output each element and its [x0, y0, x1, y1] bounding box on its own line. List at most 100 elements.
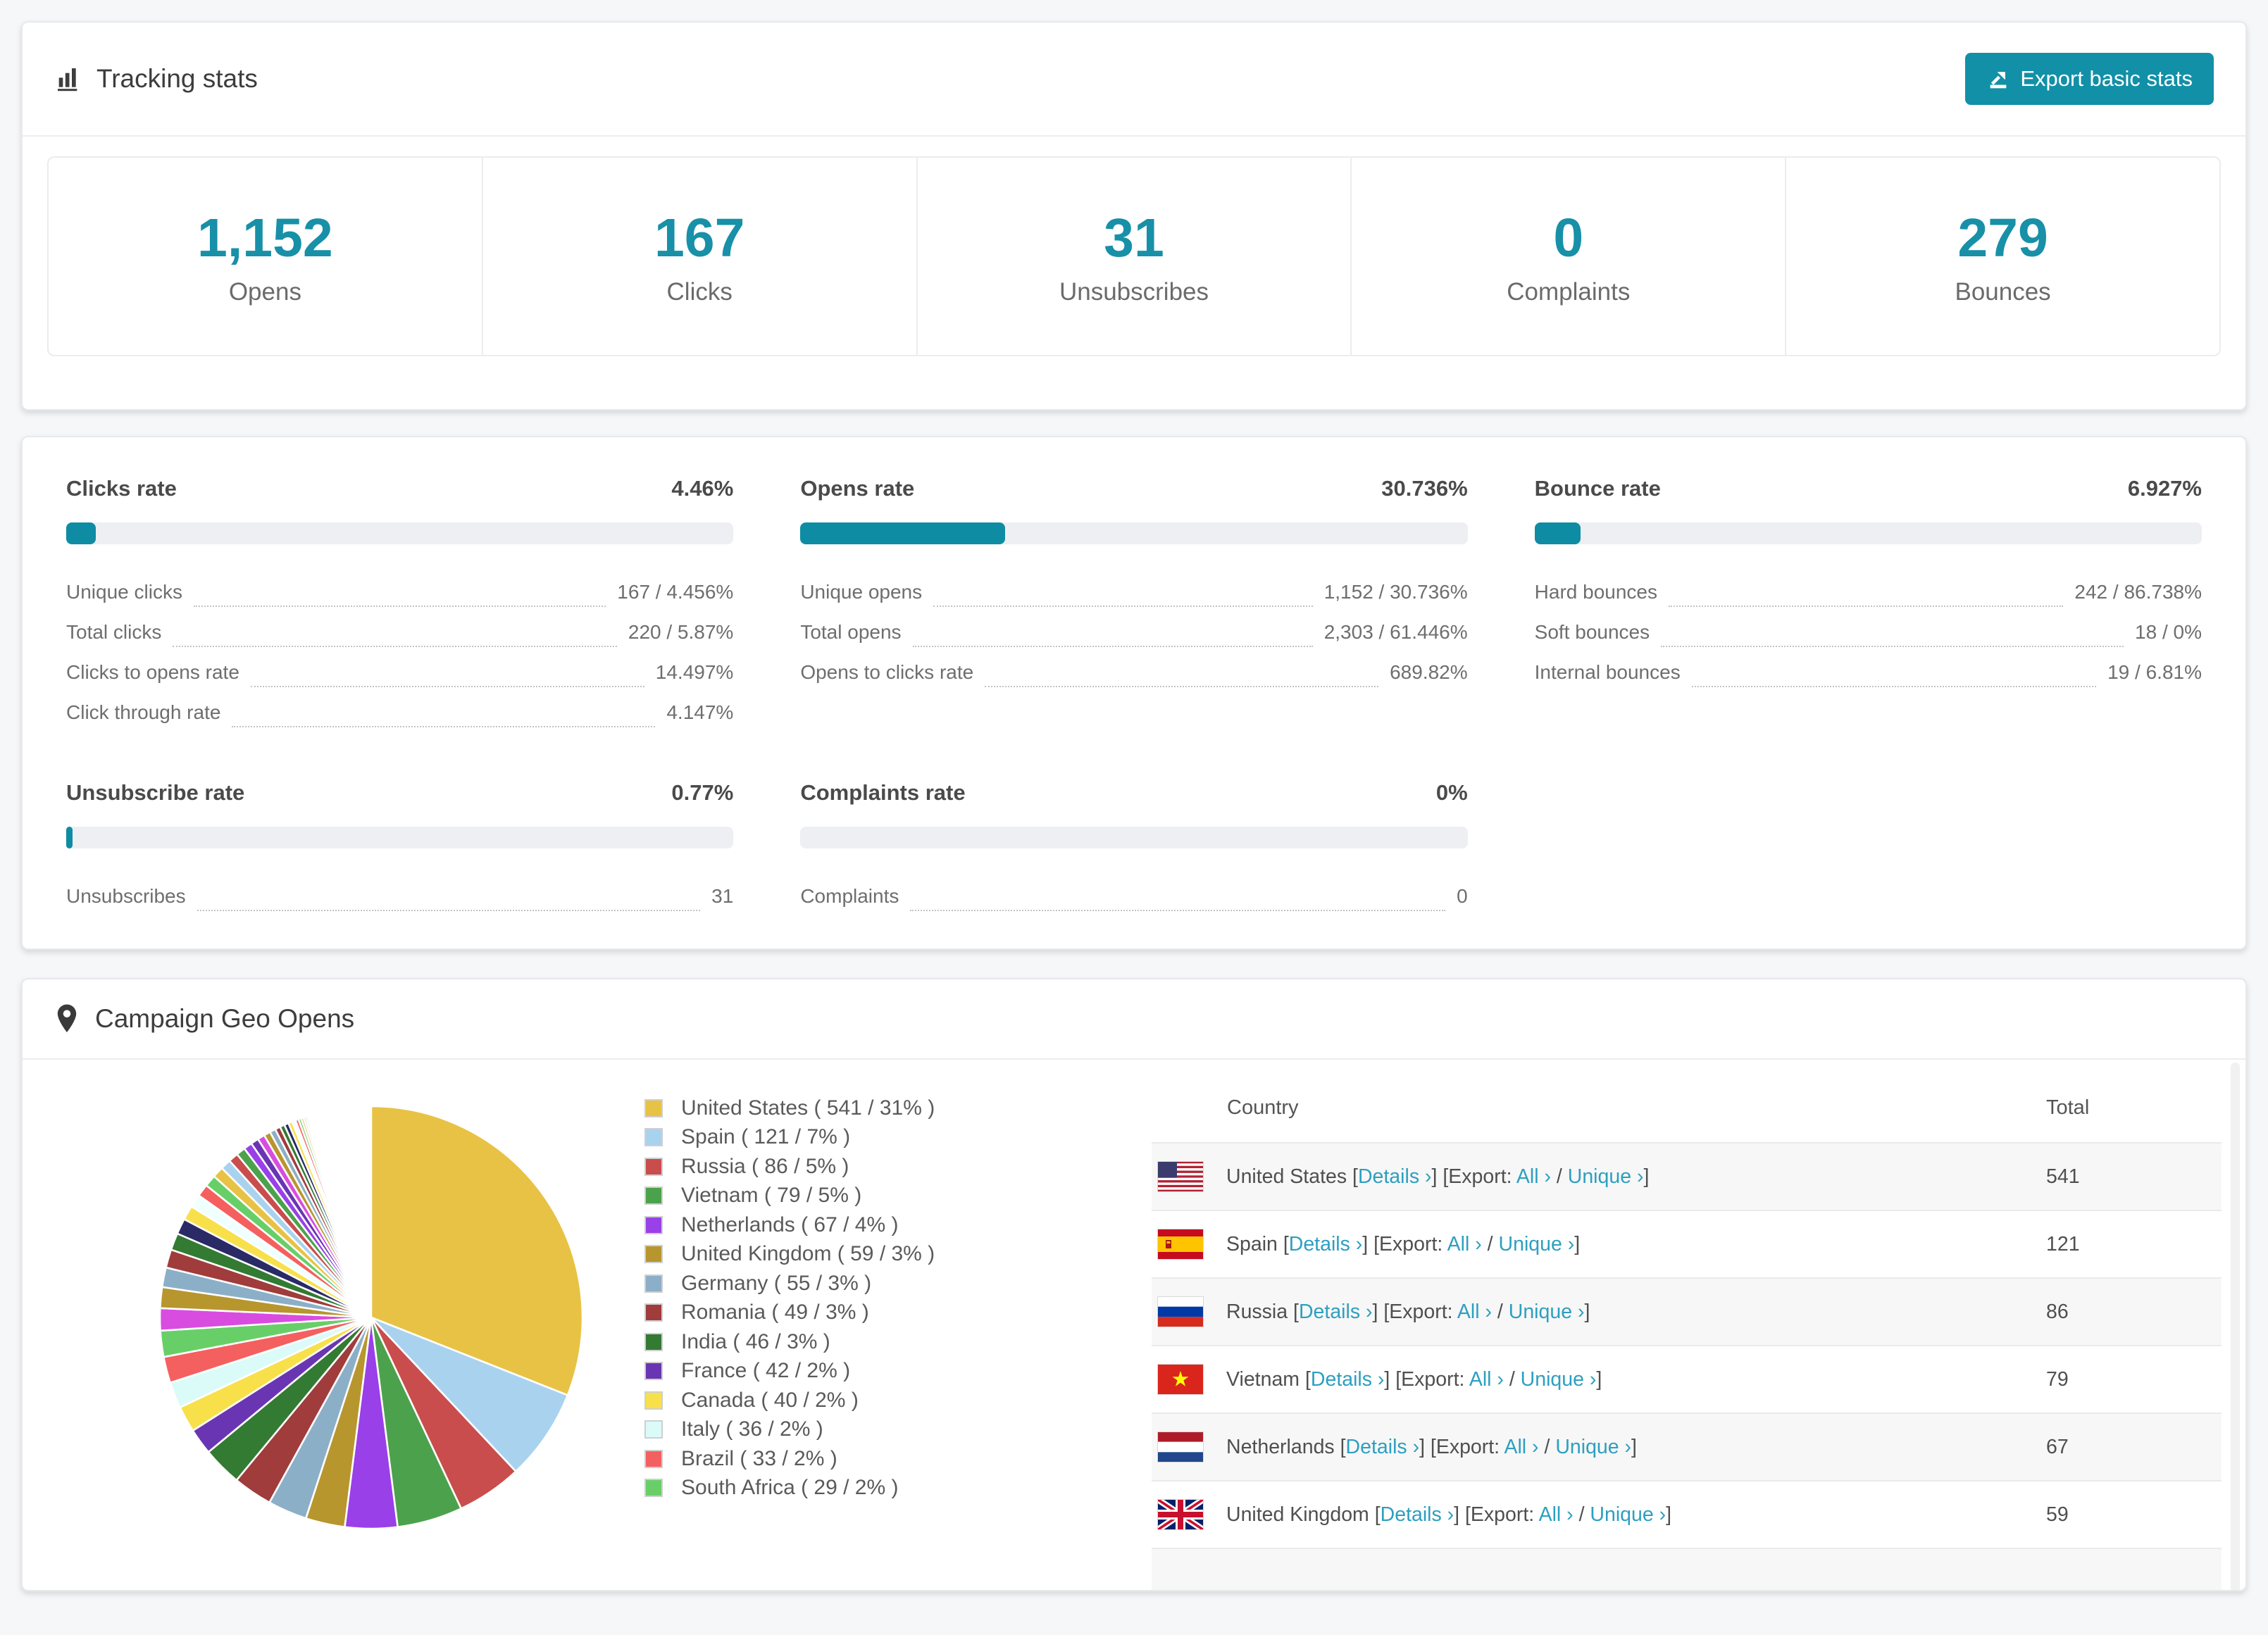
rate-stat-label: Opens to clicks rate	[800, 661, 974, 683]
export-unique-link[interactable]: Unique ›	[1568, 1165, 1644, 1188]
rate-stat-row: Total clicks 220 / 5.87%	[66, 607, 733, 647]
rate-progress-bar	[1534, 522, 2202, 544]
rate-stat-label: Unsubscribes	[66, 885, 186, 907]
legend-item: United States ( 541 / 31% )	[644, 1094, 1095, 1123]
export-unique-link[interactable]: Unique ›	[1499, 1233, 1575, 1255]
rate-stat-value: 1,152 / 30.736%	[1323, 581, 1468, 603]
rate-stat-label: Click through rate	[66, 701, 221, 723]
country-cell: United States [Details ›] [Export: All ›…	[1226, 1165, 1650, 1188]
country-cell: Spain [Details ›] [Export: All › / Uniqu…	[1226, 1232, 1581, 1255]
legend-label: France ( 42 / 2% )	[681, 1359, 851, 1383]
stat-cards: 1,152 Opens 167 Clicks 31 Unsubscribes 0 Co…	[47, 156, 2221, 356]
total-cell: 86	[2046, 1300, 2069, 1323]
legend-label: India ( 46 / 3% )	[681, 1329, 830, 1353]
rate-stat-value: 220 / 5.87%	[628, 621, 734, 643]
details-link[interactable]: Details ›	[1358, 1165, 1432, 1188]
rate-stat-value: 689.82%	[1390, 661, 1468, 683]
legend-item: United Kingdom ( 59 / 3% )	[644, 1240, 1095, 1270]
export-unique-link[interactable]: Unique ›	[1590, 1503, 1666, 1526]
details-link[interactable]: Details ›	[1289, 1233, 1363, 1255]
legend-swatch	[644, 1391, 663, 1410]
legend-swatch	[644, 1479, 663, 1498]
total-cell: 79	[2046, 1367, 2069, 1391]
export-unique-link[interactable]: Unique ›	[1521, 1368, 1597, 1391]
rates-grid: Clicks rate 4.46% Unique clicks 167 / 4.…	[23, 437, 2245, 953]
legend-item: India ( 46 / 3% )	[644, 1327, 1095, 1357]
rate-value: 6.927%	[2127, 476, 2202, 501]
details-link[interactable]: Details ›	[1346, 1436, 1420, 1458]
rate-title: Unsubscribe rate	[66, 780, 245, 805]
rate-progress-bar	[66, 522, 734, 544]
flag-vn-icon	[1157, 1364, 1204, 1395]
flag-ru-icon	[1157, 1296, 1204, 1327]
rate-stat-value: 19 / 6.81%	[2107, 661, 2202, 683]
legend-label: Canada ( 40 / 2% )	[681, 1388, 859, 1412]
export-all-link[interactable]: All ›	[1539, 1503, 1574, 1526]
stat-label: Complaints	[1507, 277, 1631, 306]
geo-content: United States ( 541 / 31% ) Spain ( 121 …	[23, 1060, 2245, 1590]
stat-card-bounces: 279 Bounces	[1786, 158, 2219, 355]
export-basic-stats-button[interactable]: Export basic stats	[1965, 53, 2214, 105]
tracking-stats-panel: Tracking stats Export basic stats 1,152 …	[21, 21, 2247, 411]
country-name: Netherlands	[1226, 1435, 1335, 1458]
rate-stat-label: Unique clicks	[66, 581, 182, 603]
legend-item: Russia ( 86 / 5% )	[644, 1152, 1095, 1182]
rate-stat-value: 167 / 4.456%	[617, 581, 734, 603]
details-link[interactable]: Details ›	[1381, 1503, 1454, 1526]
rate-stat-value: 4.147%	[666, 701, 734, 723]
legend-item: South Africa ( 29 / 2% )	[644, 1474, 1095, 1503]
stat-label: Clicks	[666, 277, 733, 306]
legend-item: Vietnam ( 79 / 5% )	[644, 1182, 1095, 1211]
rate-stat-row: Hard bounces 242 / 86.738%	[1535, 567, 2202, 607]
export-unique-link[interactable]: Unique ›	[1555, 1436, 1631, 1458]
stat-value: 0	[1553, 207, 1584, 268]
stat-value: 1,152	[197, 207, 333, 268]
geo-title: Campaign Geo Opens	[95, 1004, 355, 1033]
stat-card-complaints: 0 Complaints	[1352, 158, 1787, 355]
table-scrollbar[interactable]	[2231, 1063, 2240, 1590]
details-link[interactable]: Details ›	[1311, 1368, 1385, 1391]
geo-table-row: Netherlands [Details ›] [Export: All › /…	[1152, 1413, 2222, 1481]
tracking-stats-title: Tracking stats	[96, 64, 258, 93]
column-header-total: Total	[2046, 1096, 2090, 1119]
geo-table-header-row: Country Total	[1152, 1060, 2222, 1143]
legend-swatch	[644, 1186, 663, 1205]
export-all-link[interactable]: All ›	[1447, 1233, 1482, 1255]
rate-title: Bounce rate	[1534, 476, 1661, 501]
stat-label: Bounces	[1955, 277, 2051, 306]
stat-label: Opens	[228, 277, 301, 306]
dotted-leader	[250, 676, 644, 687]
dotted-leader	[910, 900, 1446, 911]
stat-card-unsubscribes: 31 Unsubscribes	[918, 158, 1352, 355]
geo-legend: United States ( 541 / 31% ) Spain ( 121 …	[644, 1094, 1095, 1590]
rate-stat-label: Total opens	[800, 621, 902, 643]
rate-stat-label: Clicks to opens rate	[66, 661, 239, 683]
rate-stat-label: Soft bounces	[1534, 621, 1650, 643]
rate-stat-row: Unique opens 1,152 / 30.736%	[800, 567, 1468, 607]
rate-progress-fill	[1534, 522, 1581, 544]
flag-nl-icon	[1157, 1432, 1204, 1462]
legend-item: Germany ( 55 / 3% )	[644, 1269, 1095, 1298]
rate-progress-fill	[66, 827, 73, 848]
export-all-link[interactable]: All ›	[1516, 1165, 1551, 1188]
stat-value: 279	[1957, 207, 2048, 268]
export-all-link[interactable]: All ›	[1504, 1436, 1538, 1458]
export-unique-link[interactable]: Unique ›	[1509, 1301, 1585, 1323]
details-link[interactable]: Details ›	[1299, 1301, 1373, 1323]
rate-stat-value: 0	[1457, 885, 1468, 907]
rate-progress-fill	[66, 522, 96, 544]
export-all-link[interactable]: All ›	[1469, 1368, 1504, 1391]
column-header-country: Country	[1227, 1096, 1299, 1119]
rate-stat-value: 18 / 0%	[2135, 621, 2202, 643]
geo-table-row: United Kingdom [Details ›] [Export: All …	[1152, 1481, 2222, 1548]
export-all-link[interactable]: All ›	[1457, 1301, 1492, 1323]
rate-stat-row: Unsubscribes 31	[66, 871, 733, 911]
rate-stat-label: Hard bounces	[1534, 581, 1657, 603]
total-cell: 541	[2046, 1165, 2080, 1188]
legend-swatch	[644, 1303, 663, 1322]
geo-panel: Campaign Geo Opens United States ( 541 /…	[21, 978, 2247, 1591]
country-name: United States	[1226, 1165, 1347, 1188]
flag-us-icon	[1157, 1161, 1204, 1192]
rate-block-complaints-rate: Complaints rate 0% Complaints 0	[800, 780, 1468, 911]
rate-stat-row: Total opens 2,303 / 61.446%	[800, 607, 1468, 647]
